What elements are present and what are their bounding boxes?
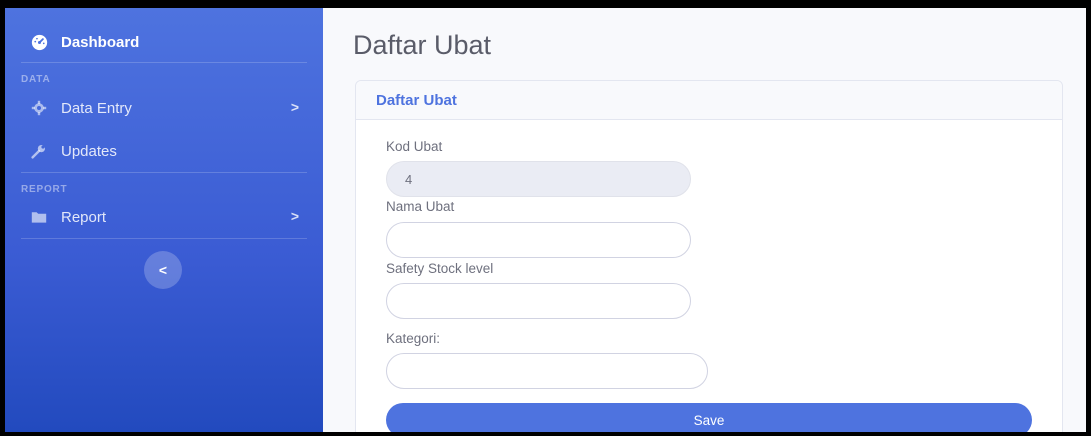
cog-icon [30,99,48,117]
card-title: Daftar Ubat [356,81,1062,120]
sidebar-item-data-entry[interactable]: Data Entry > [5,90,323,126]
chevron-left-icon: < [158,262,168,278]
nama-ubat-label: Nama Ubat [386,199,455,214]
kategori-label: Kategori: [386,331,441,346]
kod-ubat-field[interactable] [386,161,691,197]
sidebar-item-label: Dashboard [61,33,140,51]
app-frame: Dashboard DATA Data Entry > Updates REPO… [5,8,1086,432]
nama-ubat-field[interactable] [386,222,691,258]
save-button[interactable]: Save [386,403,1032,432]
folder-icon [30,208,48,226]
sidebar-heading-data: DATA [21,74,51,85]
sidebar-item-dashboard[interactable]: Dashboard [5,24,323,60]
sidebar-item-label: Report [61,208,107,226]
sidebar-item-label: Data Entry [61,99,132,117]
sidebar-divider [21,172,307,173]
sidebar-item-label: Updates [61,142,117,160]
tachometer-icon [30,33,48,51]
safety-stock-field[interactable] [386,283,691,319]
sidebar-item-updates[interactable]: Updates [5,133,323,169]
kategori-field[interactable] [386,353,708,389]
wrench-icon [30,142,48,160]
chevron-right-icon: > [290,99,299,115]
kod-ubat-label: Kod Ubat [386,139,443,154]
sidebar-toggle-button[interactable]: < [144,251,182,289]
chevron-right-icon: > [290,208,299,224]
sidebar: Dashboard DATA Data Entry > Updates REPO… [5,8,323,432]
sidebar-heading-report: REPORT [21,184,68,195]
safety-stock-label: Safety Stock level [386,261,494,276]
page-title: Daftar Ubat [353,30,492,60]
sidebar-divider [21,238,307,239]
form-card: Daftar Ubat Kod Ubat Nama Ubat Safety St… [355,80,1063,432]
sidebar-divider [21,62,307,63]
sidebar-item-report[interactable]: Report > [5,199,323,235]
